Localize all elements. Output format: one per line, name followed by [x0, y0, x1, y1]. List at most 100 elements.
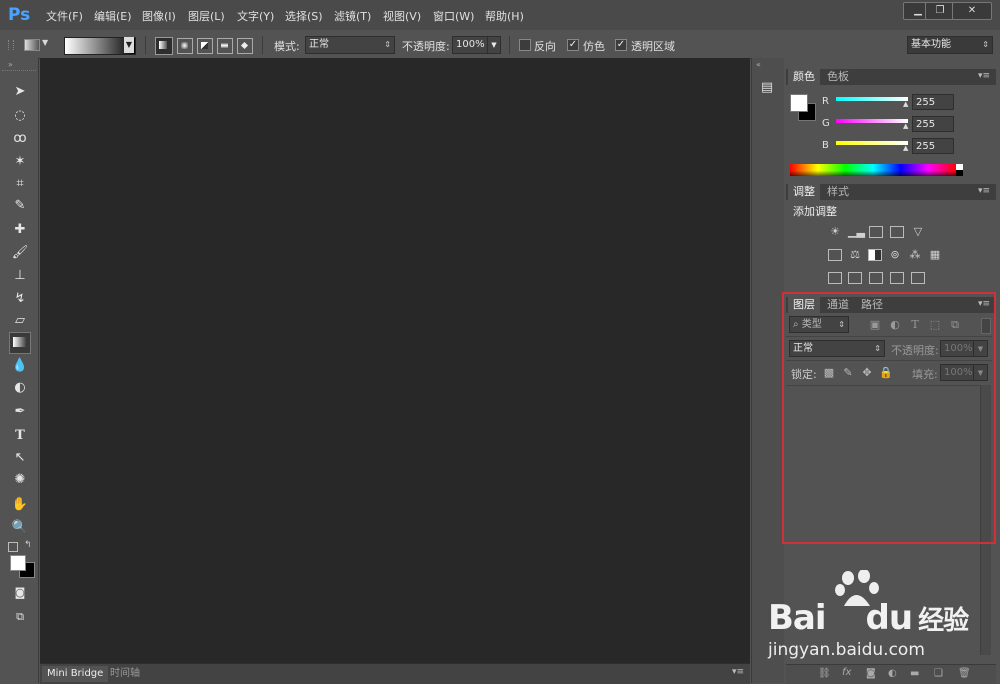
gradient-map-icon[interactable] — [890, 272, 904, 284]
menu-view[interactable]: 视图(V) — [383, 8, 421, 24]
eraser-tool-icon[interactable]: ▱ — [9, 311, 31, 331]
diamond-gradient-button[interactable] — [237, 38, 253, 54]
pen-tool-icon[interactable]: ✒ — [9, 402, 31, 422]
exposure-icon[interactable] — [890, 226, 904, 238]
channel-mixer-icon[interactable]: ⁂ — [908, 249, 922, 261]
curves-icon[interactable] — [869, 226, 883, 238]
document-canvas[interactable] — [40, 58, 750, 663]
reverse-checkbox[interactable] — [519, 39, 531, 51]
default-colors-icon[interactable] — [8, 542, 18, 552]
path-selection-tool-icon[interactable]: ↖ — [9, 448, 31, 468]
black-white-icon[interactable] — [868, 249, 882, 261]
screen-mode-icon[interactable]: ⧉ — [9, 607, 31, 627]
new-layer-icon[interactable]: ❏ — [934, 668, 943, 679]
maximize-button[interactable]: ❐ — [925, 2, 955, 20]
angle-gradient-button[interactable] — [197, 38, 213, 54]
selective-color-icon[interactable] — [911, 272, 925, 284]
crop-tool-icon[interactable]: ⌗ — [9, 174, 31, 194]
slider-thumb-icon[interactable]: ▲ — [903, 100, 908, 108]
menu-edit[interactable]: 编辑(E) — [94, 8, 132, 24]
mode-select[interactable]: 正常 ⇕ — [305, 36, 395, 54]
color-balance-icon[interactable]: ⚖ — [848, 249, 862, 261]
workspace-select[interactable]: 基本功能 ⇕ — [907, 36, 993, 54]
eyedropper-tool-icon[interactable]: ✎ — [9, 196, 31, 216]
blur-tool-icon[interactable]: 💧 — [9, 356, 31, 376]
grip-handle[interactable] — [8, 40, 14, 50]
menu-help[interactable]: 帮助(H) — [485, 8, 524, 24]
opacity-input[interactable]: 100% — [452, 36, 488, 54]
g-slider[interactable] — [836, 119, 908, 123]
color-spectrum-bar[interactable] — [790, 164, 956, 176]
slider-thumb-icon[interactable]: ▲ — [903, 122, 908, 130]
quick-mask-icon[interactable]: ◙ — [9, 583, 31, 603]
history-panel-icon[interactable]: ▤ — [758, 80, 776, 98]
slider-thumb-icon[interactable]: ▲ — [903, 144, 908, 152]
type-tool-icon[interactable]: T — [9, 426, 31, 446]
g-input[interactable]: 255 — [912, 116, 954, 132]
swap-colors-icon[interactable]: ↰ — [24, 540, 32, 550]
invert-icon[interactable] — [828, 272, 842, 284]
healing-brush-tool-icon[interactable]: ✚ — [9, 220, 31, 240]
menu-image[interactable]: 图像(I) — [142, 8, 176, 24]
menu-layer[interactable]: 图层(L) — [188, 8, 225, 24]
panel-menu-icon[interactable]: ▾≡ — [732, 667, 744, 677]
zoom-tool-icon[interactable]: 🔍 — [9, 518, 31, 538]
menu-window[interactable]: 窗口(W) — [433, 8, 474, 24]
tool-preset-picker[interactable]: ▼ — [22, 36, 48, 54]
link-layers-icon[interactable]: ⛓ — [818, 668, 831, 679]
menu-file[interactable]: 文件(F) — [46, 8, 83, 24]
radial-gradient-button[interactable] — [177, 38, 193, 54]
panel-menu-icon[interactable]: ▾≡ — [978, 71, 990, 81]
tab-mini-bridge[interactable]: Mini Bridge — [42, 666, 109, 682]
color-lookup-icon[interactable]: ▦ — [928, 249, 942, 261]
custom-shape-tool-icon[interactable]: ✺ — [9, 470, 31, 490]
adjustment-layer-icon[interactable]: ◐ — [888, 668, 897, 679]
b-input[interactable]: 255 — [912, 138, 954, 154]
magic-wand-tool-icon[interactable]: ✶ — [9, 152, 31, 172]
menu-filter[interactable]: 滤镜(T) — [334, 8, 371, 24]
dodge-tool-icon[interactable]: ◐ — [9, 378, 31, 398]
lasso-tool-icon[interactable]: ꝏ — [9, 129, 31, 149]
tab-styles[interactable]: 样式 — [822, 184, 854, 200]
history-brush-tool-icon[interactable]: ↯ — [9, 289, 31, 309]
new-group-icon[interactable]: ▬ — [910, 668, 919, 679]
hue-saturation-icon[interactable] — [828, 249, 842, 261]
opacity-dropdown[interactable]: ▼ — [487, 36, 501, 54]
photo-filter-icon[interactable]: ⊚ — [888, 249, 902, 261]
tab-swatches[interactable]: 色板 — [822, 69, 854, 85]
close-button[interactable]: ✕ — [952, 2, 992, 20]
tab-color[interactable]: 颜色 — [788, 69, 820, 85]
black-swatch[interactable] — [956, 170, 963, 176]
panel-menu-icon[interactable]: ▾≡ — [978, 186, 990, 196]
collapse-arrows-icon[interactable]: » — [8, 60, 13, 69]
brush-tool-icon[interactable]: 🖌 — [9, 243, 31, 263]
levels-icon[interactable]: ▁▃ — [848, 226, 865, 238]
menu-type[interactable]: 文字(Y) — [237, 8, 274, 24]
hand-tool-icon[interactable]: ✋ — [9, 495, 31, 515]
transparency-checkbox[interactable]: ✓ — [615, 39, 627, 51]
reflected-gradient-button[interactable] — [217, 38, 233, 54]
r-slider[interactable] — [836, 97, 908, 101]
dither-checkbox[interactable]: ✓ — [567, 39, 579, 51]
move-tool-icon[interactable]: ➤ — [9, 82, 31, 102]
marquee-tool-icon[interactable]: ◌ — [9, 106, 31, 126]
tab-adjustments[interactable]: 调整 — [788, 184, 820, 200]
menu-select[interactable]: 选择(S) — [285, 8, 323, 24]
chevron-down-icon[interactable]: ▼ — [124, 37, 134, 53]
vibrance-icon[interactable]: ▽ — [911, 226, 925, 238]
linear-gradient-button[interactable] — [155, 37, 173, 55]
posterize-icon[interactable] — [848, 272, 862, 284]
b-slider[interactable] — [836, 141, 908, 145]
foreground-color-swatch[interactable] — [790, 94, 808, 112]
threshold-icon[interactable] — [869, 272, 883, 284]
r-input[interactable]: 255 — [912, 94, 954, 110]
fx-icon[interactable]: fx — [842, 667, 851, 678]
brightness-icon[interactable]: ☀ — [828, 226, 842, 238]
trash-icon[interactable]: 🗑 — [958, 668, 971, 679]
expand-arrows-icon[interactable]: « — [756, 60, 761, 69]
foreground-color-swatch[interactable] — [10, 555, 26, 571]
tab-timeline[interactable]: 时间轴 — [106, 666, 144, 682]
add-mask-icon[interactable]: ◙ — [866, 668, 876, 679]
gradient-tool-icon[interactable] — [9, 332, 31, 354]
clone-stamp-tool-icon[interactable]: ⊥ — [9, 266, 31, 286]
